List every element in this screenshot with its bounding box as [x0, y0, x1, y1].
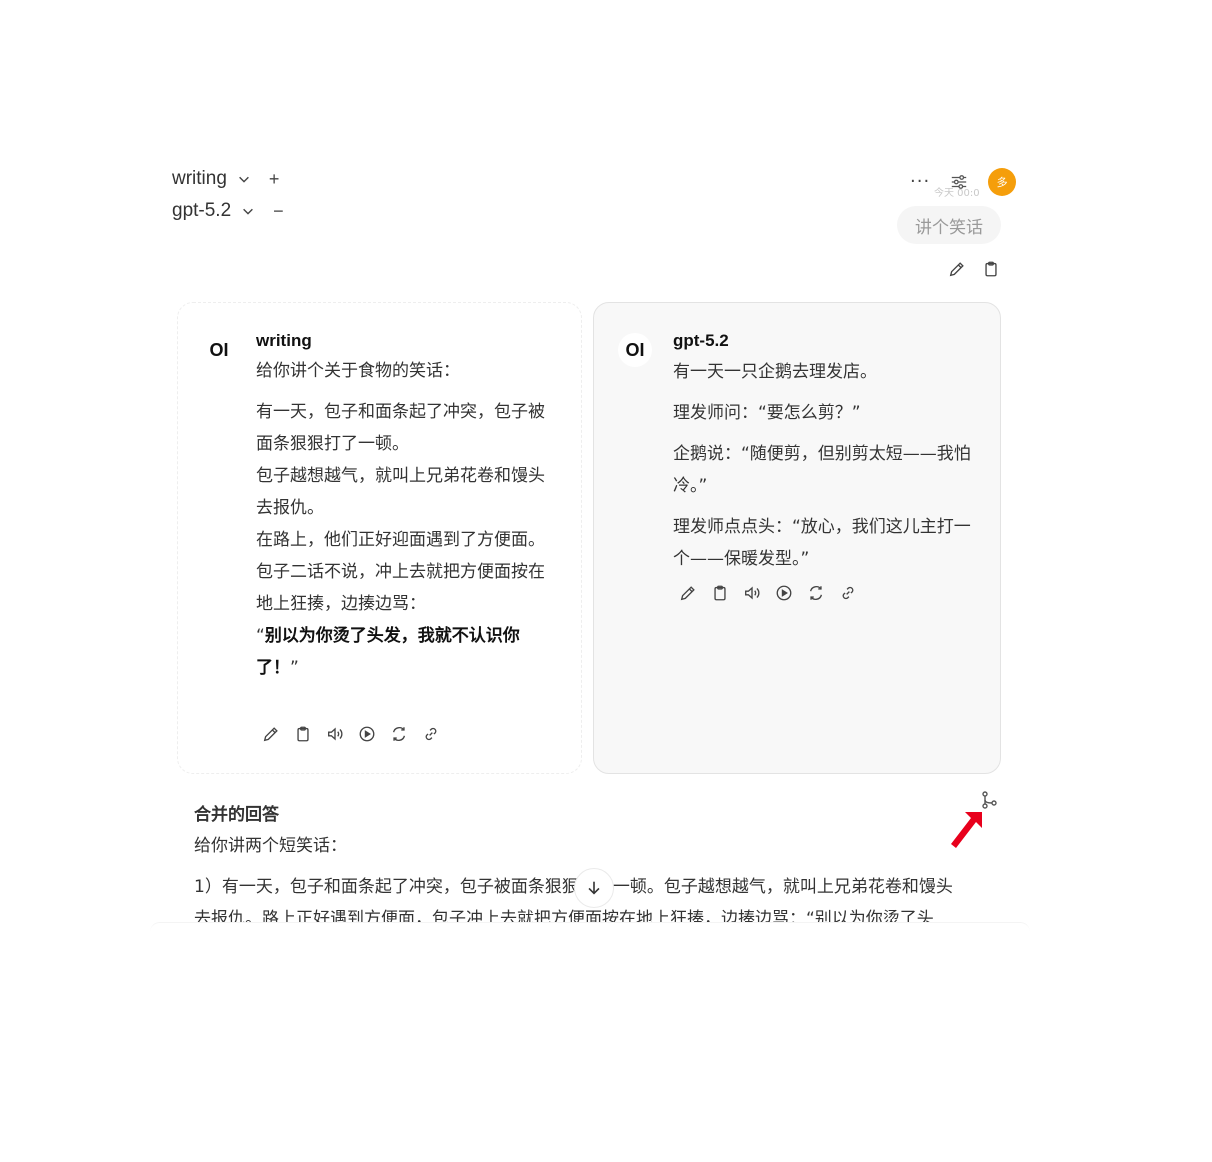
quote-open: “ [256, 626, 265, 646]
response-line: 包子越想越气，就叫上兄弟花卷和馒头去报仇。 [256, 466, 545, 518]
response-line: 包子二话不说，冲上去就把方便面按在地上狂揍，边揍边骂： [256, 562, 545, 614]
model-logo: OI [618, 333, 652, 367]
user-message-bubble: 讲个笑话 [897, 206, 1001, 244]
model-name[interactable]: gpt-5.2 [172, 200, 231, 222]
chevron-down-icon[interactable] [241, 204, 255, 218]
chevron-down-icon[interactable] [237, 172, 251, 186]
model-name[interactable]: writing [172, 168, 227, 190]
response-actions [677, 582, 859, 604]
model-selector-writing: writing + [172, 168, 279, 190]
add-model-button[interactable]: + [269, 169, 280, 190]
response-actions [260, 723, 442, 745]
response-intro: 给你讲个关于食物的笑话： [256, 361, 460, 381]
response-line: 在路上，他们正好迎面遇到了方便面。 [256, 530, 545, 550]
response-line: 有一天，包子和面条起了冲突，包子被面条狠狠打了一顿。 [256, 402, 545, 454]
response-paragraph: 有一天一只企鹅去理发店。 [673, 362, 877, 382]
model-logo: OI [202, 333, 236, 367]
arrow-down-icon [588, 881, 600, 895]
response-card-gpt[interactable]: OI gpt-5.2 有一天一只企鹅去理发店。 理发师问：“要怎么剪？” 企鹅说… [593, 302, 1001, 774]
response-quote: “别以为你烫了头发，我就不认识你了！” [256, 620, 556, 684]
avatar[interactable]: 多 [988, 168, 1017, 196]
edit-pencil-icon[interactable] [946, 258, 968, 280]
regenerate-icon[interactable] [805, 582, 827, 604]
more-menu-button[interactable]: ··· [910, 173, 930, 191]
copy-clipboard-icon[interactable] [292, 723, 314, 745]
response-paragraph: 企鹅说：“随便剪，但别剪太短——我怕冷。” [673, 444, 971, 496]
response-card-writing[interactable]: OI writing 给你讲个关于食物的笑话： 有一天，包子和面条起了冲突，包子… [177, 302, 582, 774]
link-icon[interactable] [837, 582, 859, 604]
response-model-name: gpt-5.2 [673, 331, 729, 350]
scroll-to-bottom-button[interactable] [574, 868, 614, 908]
quote-close: ” [290, 658, 299, 678]
copy-clipboard-icon[interactable] [980, 258, 1002, 280]
model-selector-gpt: gpt-5.2 − [172, 200, 284, 222]
merged-intro: 给你讲两个短笑话： [194, 836, 347, 856]
response-model-name: writing [256, 331, 312, 350]
response-content: 给你讲个关于食物的笑话： 有一天，包子和面条起了冲突，包子被面条狠狠打了一顿。 … [256, 355, 556, 684]
copy-clipboard-icon[interactable] [709, 582, 731, 604]
play-circle-icon[interactable] [356, 723, 378, 745]
speaker-icon[interactable] [324, 723, 346, 745]
edit-pencil-icon[interactable] [677, 582, 699, 604]
merge-branch-icon[interactable] [979, 790, 999, 810]
speaker-icon[interactable] [741, 582, 763, 604]
response-paragraph: 理发师问：“要怎么剪？” [673, 403, 861, 423]
response-content: 有一天一只企鹅去理发店。 理发师问：“要怎么剪？” 企鹅说：“随便剪，但别剪太短… [673, 356, 979, 584]
link-icon[interactable] [420, 723, 442, 745]
play-circle-icon[interactable] [773, 582, 795, 604]
message-timestamp: 今天 00:0 [934, 188, 980, 199]
edit-pencil-icon[interactable] [260, 723, 282, 745]
response-paragraph: 理发师点点头：“放心，我们这儿主打一个——保暖发型。” [673, 517, 971, 569]
merged-answer-title: 合并的回答 [194, 805, 279, 825]
remove-model-button[interactable]: − [273, 201, 284, 222]
input-area-edge [150, 922, 1030, 933]
regenerate-icon[interactable] [388, 723, 410, 745]
user-message-actions [946, 258, 1002, 280]
